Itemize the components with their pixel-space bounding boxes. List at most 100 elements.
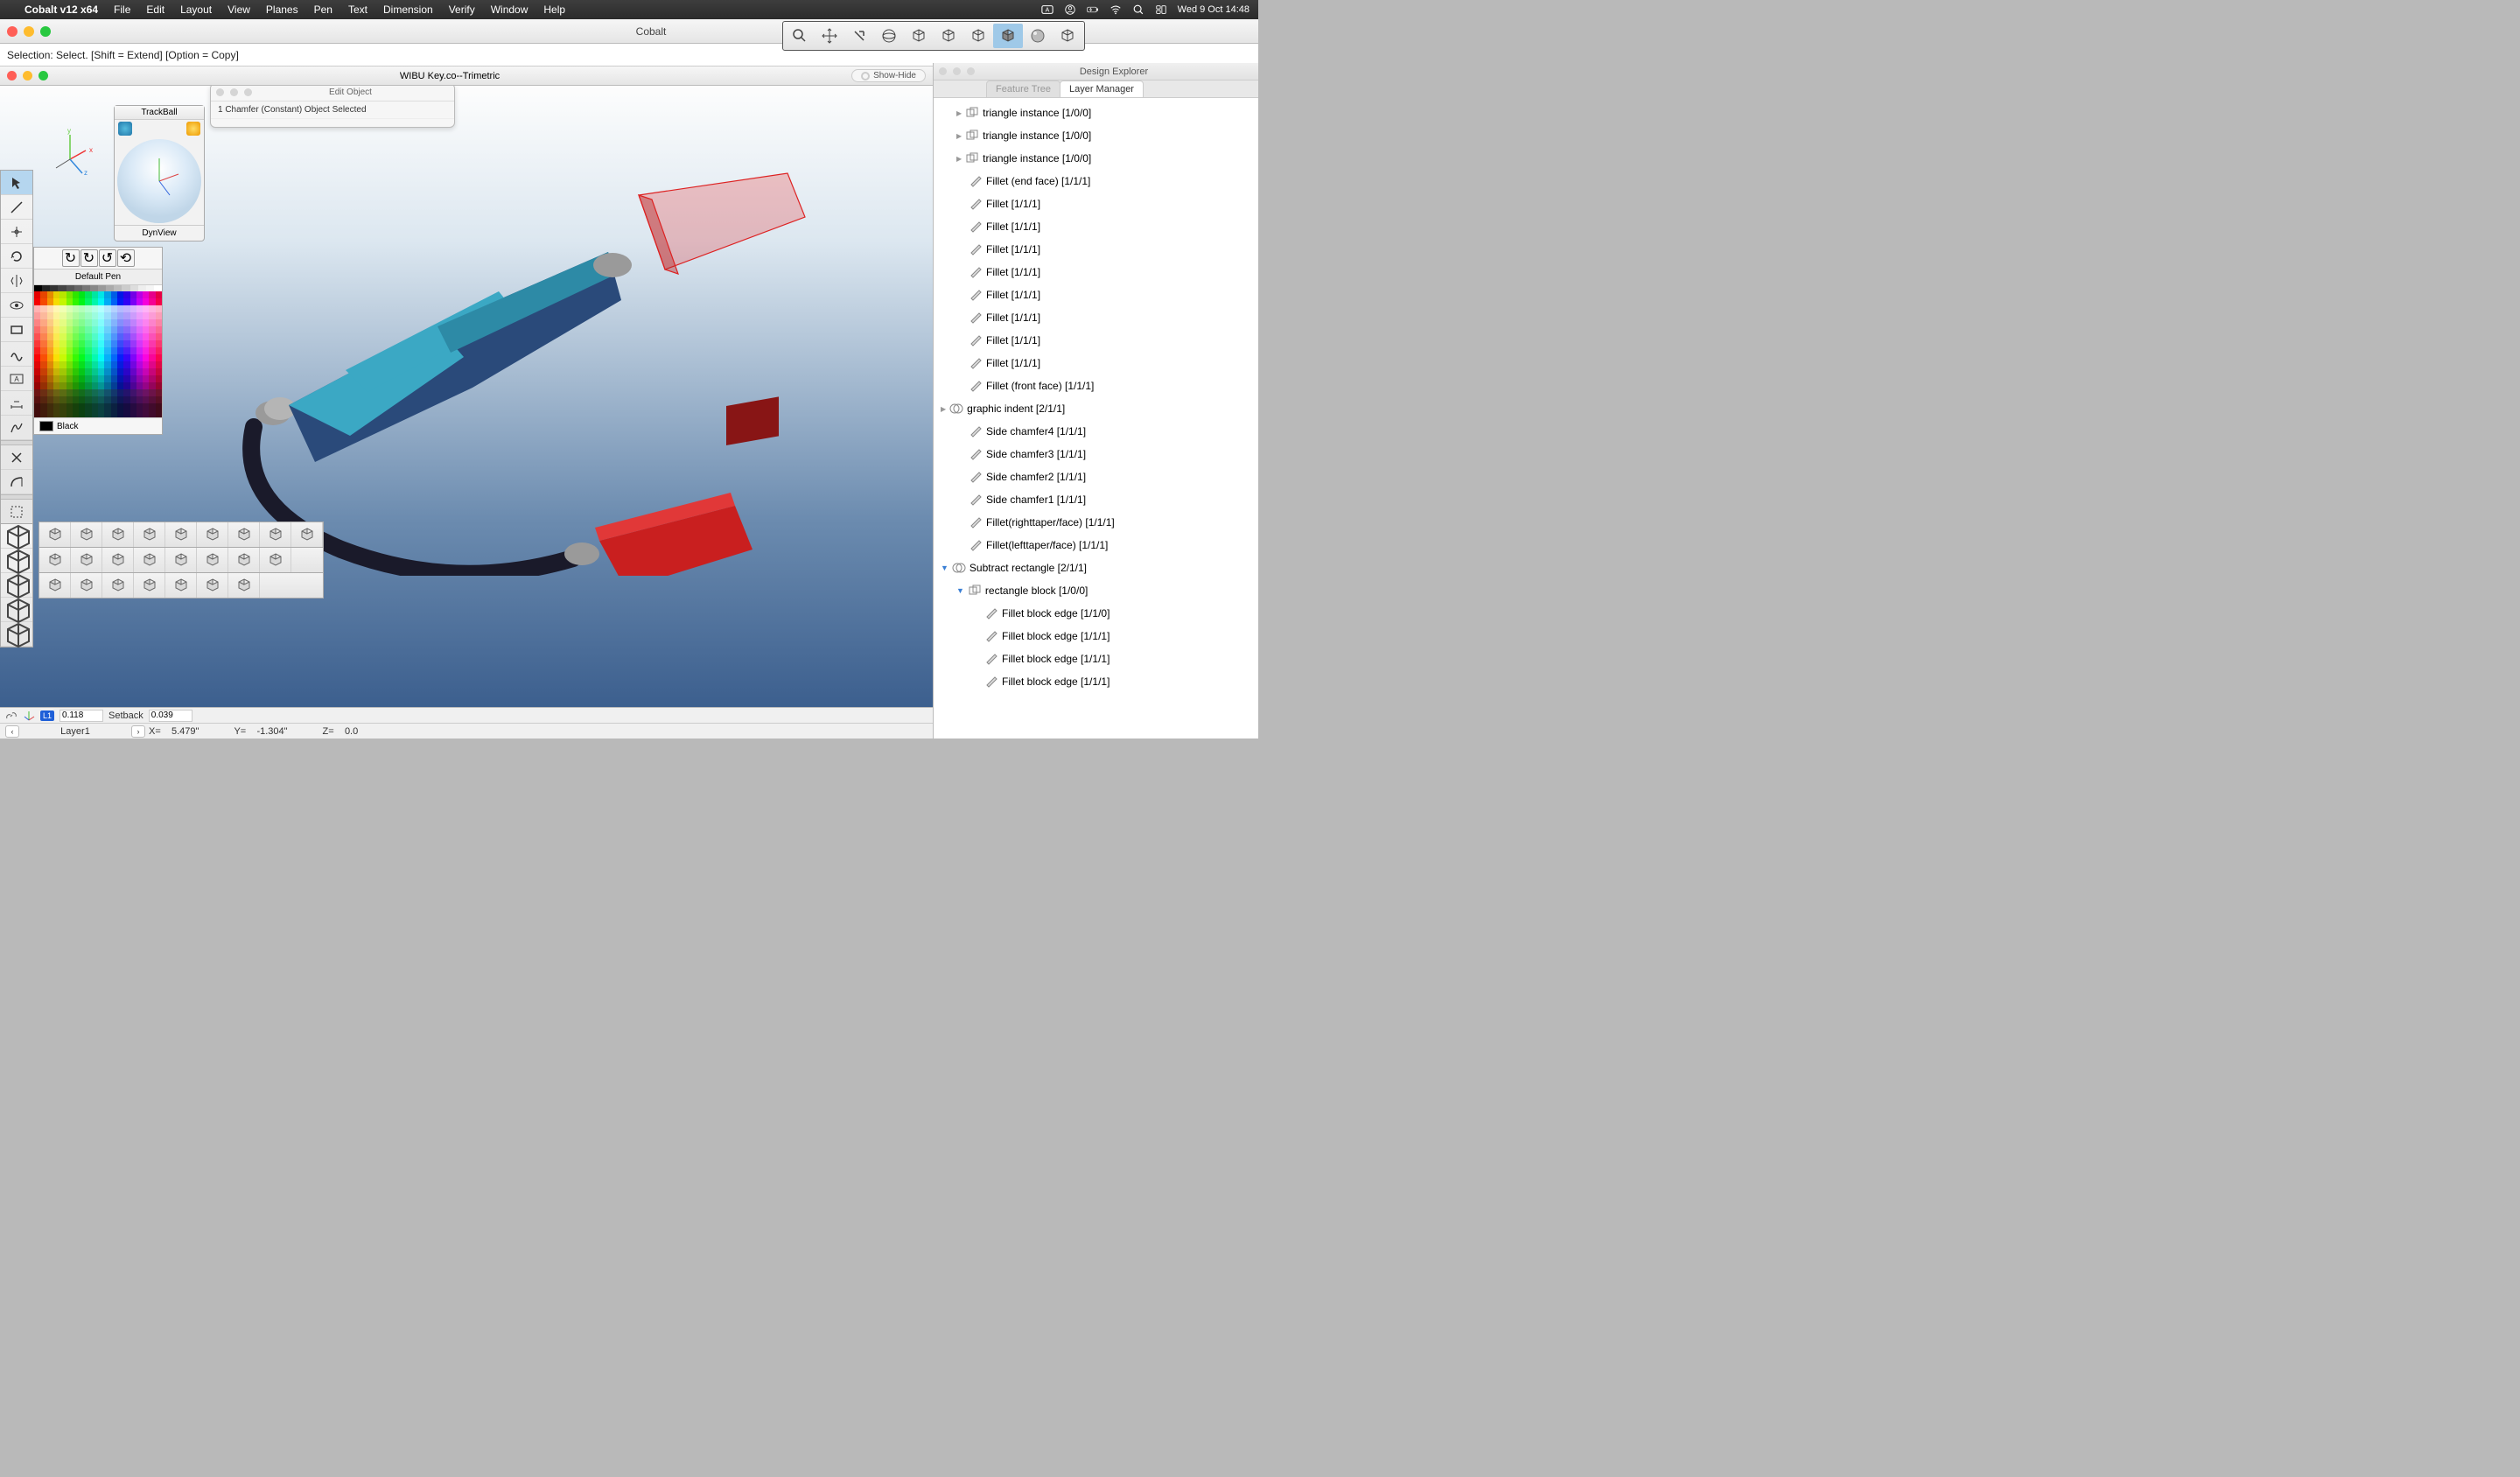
color-swatch[interactable]: [136, 375, 143, 382]
color-swatch[interactable]: [136, 403, 143, 410]
color-swatch[interactable]: [85, 361, 91, 368]
color-swatch[interactable]: [60, 305, 66, 312]
color-swatch[interactable]: [143, 319, 149, 326]
color-swatch[interactable]: [149, 375, 155, 382]
color-swatch[interactable]: [47, 319, 53, 326]
doc-minimize-button[interactable]: [23, 71, 32, 80]
menu-file[interactable]: File: [114, 4, 130, 16]
color-swatch[interactable]: [111, 319, 117, 326]
gray-swatch[interactable]: [42, 285, 50, 291]
color-swatch[interactable]: [98, 368, 104, 375]
color-swatch[interactable]: [79, 396, 85, 403]
color-swatch[interactable]: [85, 298, 91, 305]
color-swatch[interactable]: [60, 410, 66, 417]
color-swatch[interactable]: [98, 291, 104, 298]
pan-button[interactable]: [815, 24, 844, 48]
color-swatch[interactable]: [47, 410, 53, 417]
color-swatch[interactable]: [117, 410, 123, 417]
color-swatch[interactable]: [130, 312, 136, 319]
color-swatch[interactable]: [149, 347, 155, 354]
color-swatch[interactable]: [149, 305, 155, 312]
color-swatch[interactable]: [149, 340, 155, 347]
value-1-input[interactable]: [60, 710, 103, 722]
color-swatch[interactable]: [53, 375, 60, 382]
trackball-footer[interactable]: DynView: [115, 225, 204, 241]
color-swatch[interactable]: [104, 382, 110, 389]
color-swatch[interactable]: [40, 354, 46, 361]
tree-node[interactable]: Fillet [1/1/1]: [934, 261, 1258, 284]
color-swatch[interactable]: [40, 291, 46, 298]
color-swatch[interactable]: [149, 403, 155, 410]
rotate-cw-2-icon[interactable]: ↻: [80, 249, 98, 267]
color-swatch[interactable]: [104, 410, 110, 417]
show-hide-toggle[interactable]: Show-Hide: [851, 69, 926, 82]
color-swatch[interactable]: [130, 396, 136, 403]
color-swatch[interactable]: [143, 403, 149, 410]
color-swatch[interactable]: [92, 410, 98, 417]
color-swatch[interactable]: [156, 291, 162, 298]
color-swatch[interactable]: [73, 298, 79, 305]
color-swatch[interactable]: [47, 361, 53, 368]
color-swatch[interactable]: [149, 298, 155, 305]
color-swatch[interactable]: [156, 305, 162, 312]
color-swatch[interactable]: [156, 319, 162, 326]
color-swatch[interactable]: [136, 291, 143, 298]
color-swatch[interactable]: [156, 298, 162, 305]
color-swatch[interactable]: [136, 389, 143, 396]
doc-close-button[interactable]: [7, 71, 17, 80]
color-swatch[interactable]: [156, 396, 162, 403]
tree-node[interactable]: ▶triangle instance [1/0/0]: [934, 124, 1258, 147]
color-swatch[interactable]: [143, 396, 149, 403]
color-swatch[interactable]: [40, 298, 46, 305]
color-swatch[interactable]: [66, 291, 73, 298]
color-swatch[interactable]: [47, 298, 53, 305]
color-swatch[interactable]: [136, 368, 143, 375]
color-swatch[interactable]: [85, 403, 91, 410]
color-swatch[interactable]: [130, 368, 136, 375]
color-swatch[interactable]: [149, 312, 155, 319]
color-swatch[interactable]: [73, 389, 79, 396]
color-swatch[interactable]: [66, 389, 73, 396]
color-swatch[interactable]: [53, 403, 60, 410]
color-swatch[interactable]: [66, 396, 73, 403]
mirror-tool[interactable]: [1, 269, 32, 293]
color-swatch[interactable]: [60, 319, 66, 326]
color-swatch[interactable]: [92, 361, 98, 368]
color-swatch[interactable]: [92, 291, 98, 298]
tree-node[interactable]: Fillet block edge [1/1/0]: [934, 602, 1258, 625]
color-swatch[interactable]: [79, 403, 85, 410]
color-swatch[interactable]: [60, 389, 66, 396]
color-swatch[interactable]: [149, 361, 155, 368]
color-swatch[interactable]: [92, 396, 98, 403]
color-swatch[interactable]: [73, 340, 79, 347]
color-swatch[interactable]: [79, 312, 85, 319]
menu-window[interactable]: Window: [491, 4, 528, 16]
color-swatch[interactable]: [143, 326, 149, 333]
color-swatch[interactable]: [149, 326, 155, 333]
color-swatch[interactable]: [123, 340, 130, 347]
color-swatch[interactable]: [130, 305, 136, 312]
color-swatch[interactable]: [53, 389, 60, 396]
color-swatch[interactable]: [66, 319, 73, 326]
color-swatch[interactable]: [66, 403, 73, 410]
color-swatch[interactable]: [66, 305, 73, 312]
right-cube-button[interactable]: [963, 24, 993, 48]
color-swatch[interactable]: [79, 319, 85, 326]
color-swatch[interactable]: [60, 326, 66, 333]
color-swatch[interactable]: [117, 312, 123, 319]
gray-swatch[interactable]: [122, 285, 130, 291]
color-swatch[interactable]: [98, 389, 104, 396]
color-swatch[interactable]: [111, 368, 117, 375]
color-swatch[interactable]: [130, 333, 136, 340]
tree-node[interactable]: Fillet (end face) [1/1/1]: [934, 170, 1258, 192]
menu-edit[interactable]: Edit: [146, 4, 164, 16]
color-swatch[interactable]: [143, 298, 149, 305]
color-swatch[interactable]: [73, 354, 79, 361]
color-swatch[interactable]: [53, 340, 60, 347]
color-swatch[interactable]: [40, 312, 46, 319]
color-swatch[interactable]: [85, 312, 91, 319]
wifi-icon[interactable]: [1110, 4, 1122, 16]
color-swatch[interactable]: [73, 333, 79, 340]
user-icon[interactable]: [1064, 4, 1076, 16]
fillet-tool[interactable]: [71, 573, 102, 598]
